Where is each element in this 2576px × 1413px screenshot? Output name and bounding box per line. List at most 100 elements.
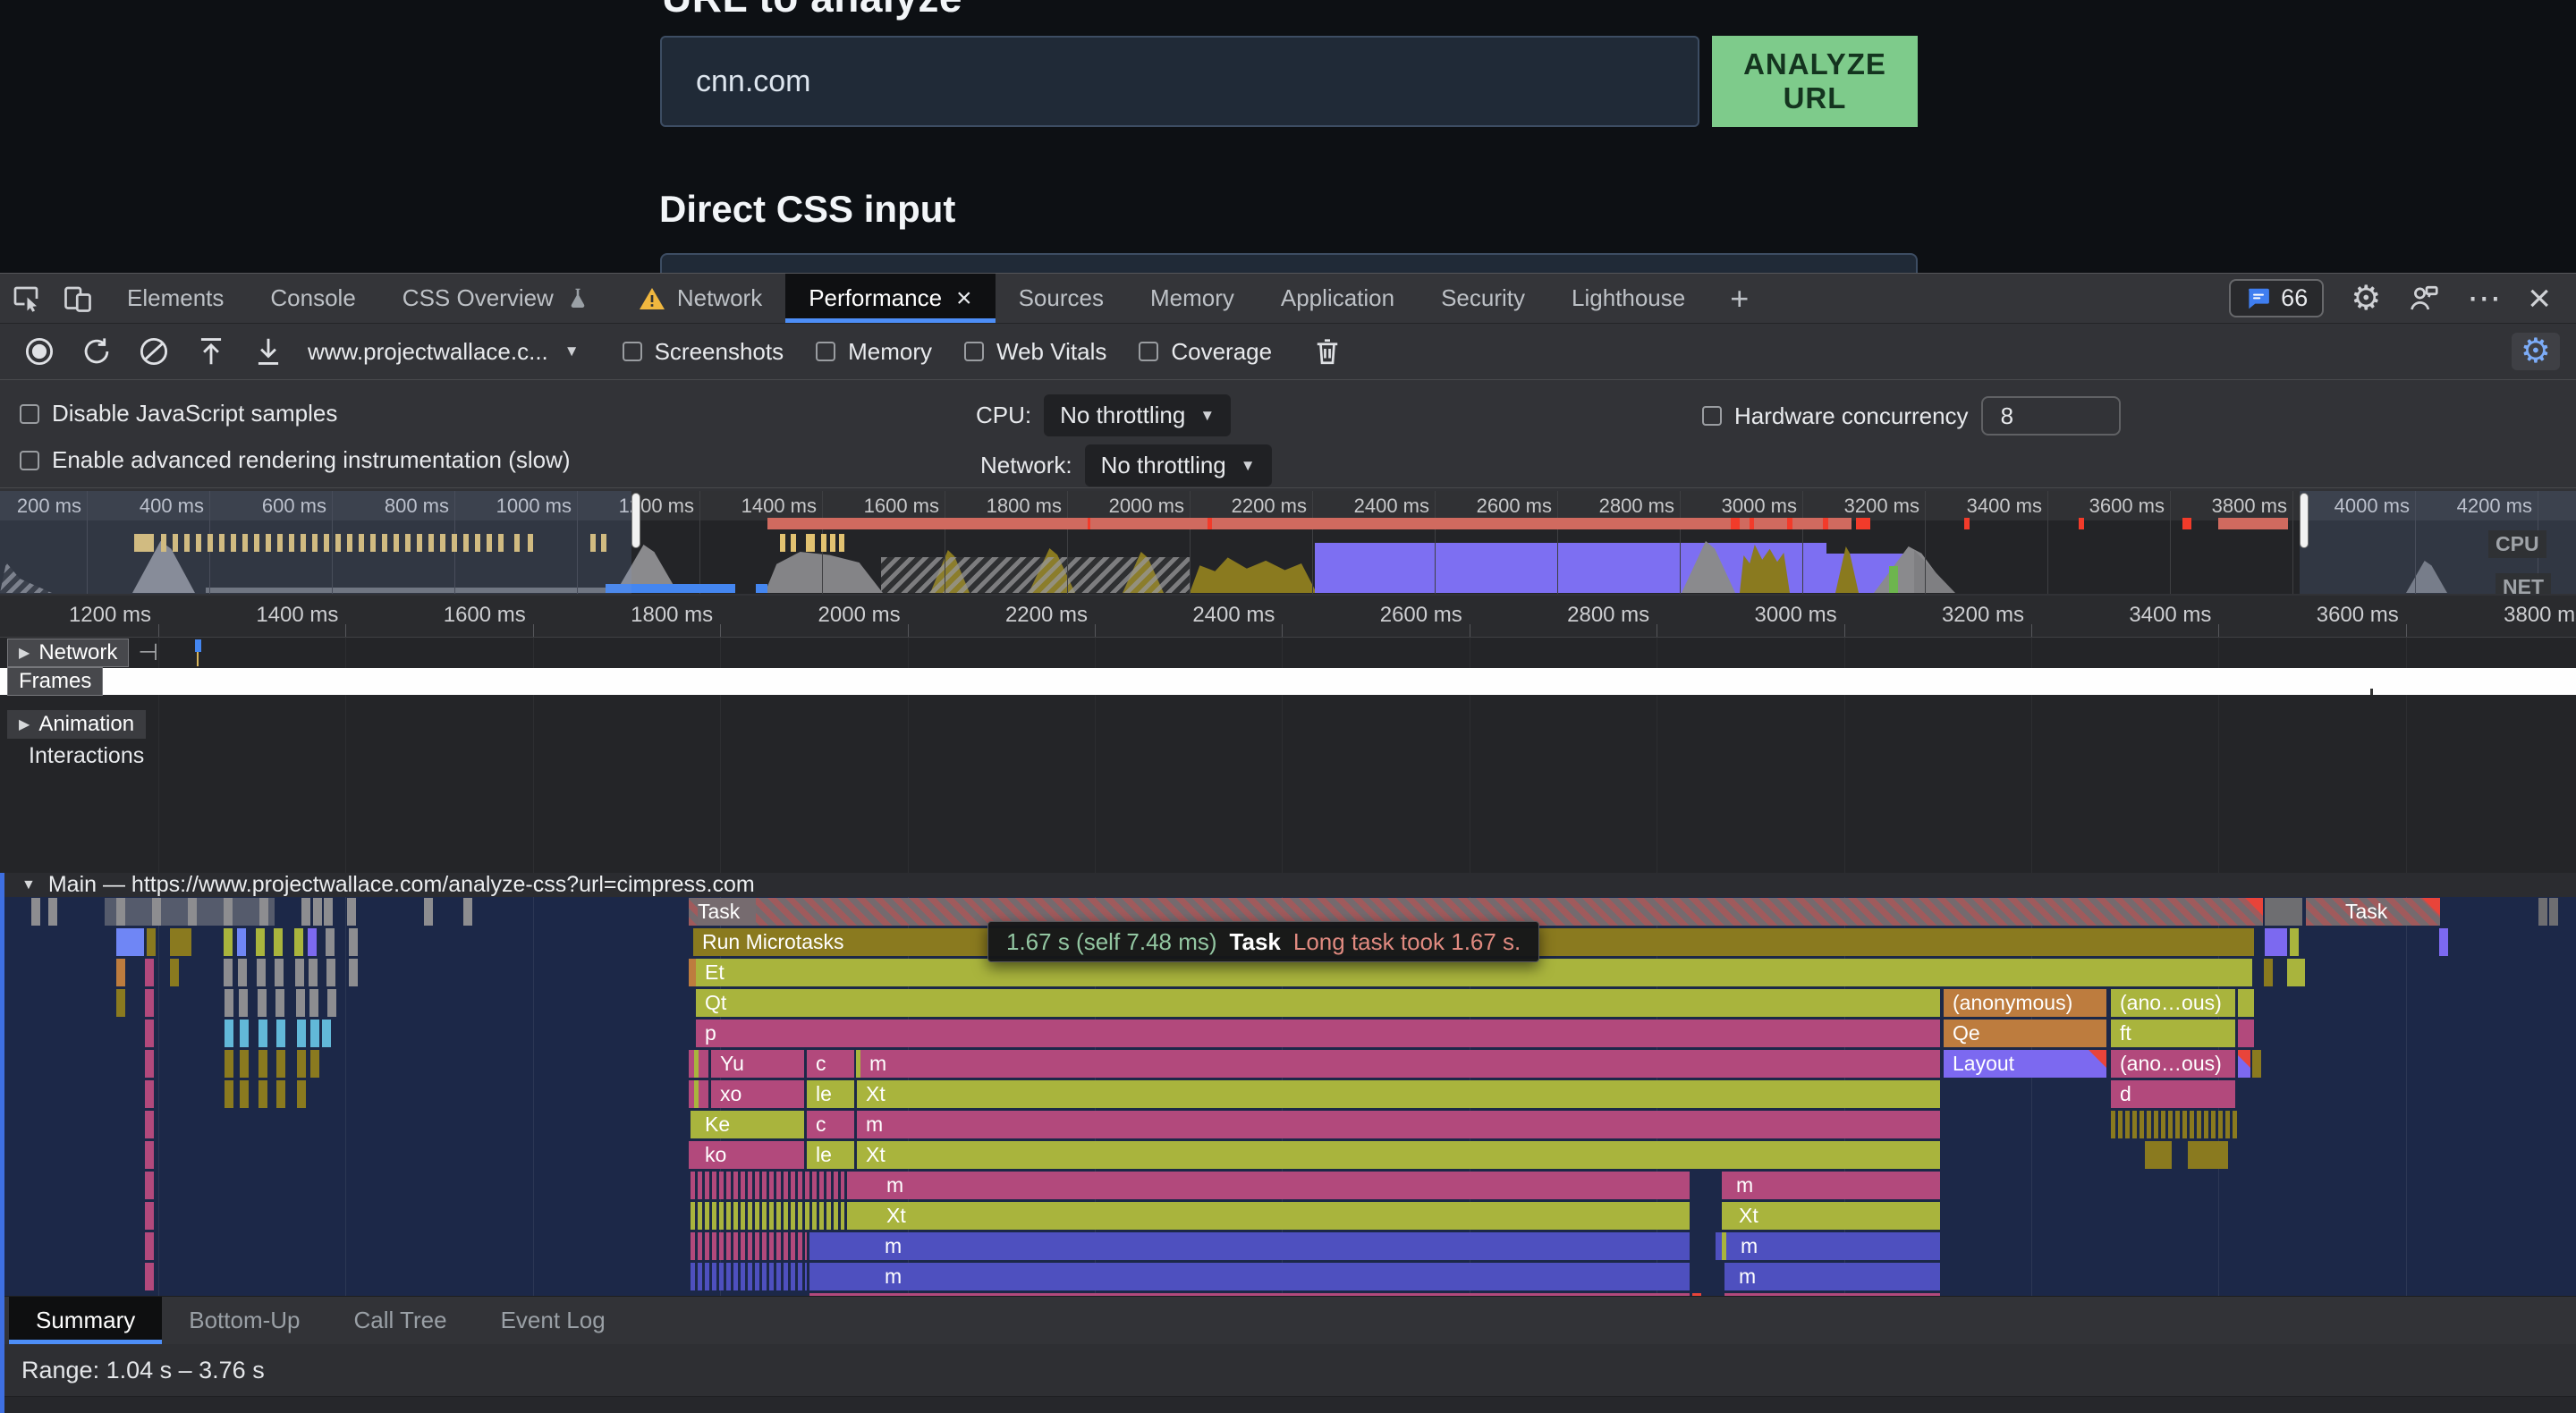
tab-css-overview[interactable]: CSS Overview: [379, 274, 614, 323]
inspect-element-icon[interactable]: [0, 274, 52, 323]
network-throttling-select[interactable]: No throttling ▼: [1085, 444, 1272, 487]
flame-bar--anonymous-[interactable]: (anonymous): [1944, 989, 2106, 1017]
trash-icon[interactable]: [1299, 335, 1356, 368]
checkbox-box[interactable]: [623, 342, 642, 361]
flame-bar-m[interactable]: m: [809, 1263, 1690, 1290]
flame-bar-m[interactable]: m: [847, 1172, 1690, 1199]
timeline-overview[interactable]: 200 ms400 ms600 ms800 ms1000 ms1200 ms14…: [0, 491, 2576, 594]
flame-bar-xt[interactable]: Xt: [847, 1202, 1690, 1230]
url-input[interactable]: cnn.com: [660, 36, 1699, 127]
selection-handle-left[interactable]: [631, 493, 640, 548]
flame-bar-layout[interactable]: Layout: [1944, 1050, 2106, 1078]
checkbox-coverage[interactable]: Coverage: [1139, 338, 1272, 366]
flame-bar-m[interactable]: m: [1722, 1172, 1940, 1199]
frames-track-badge[interactable]: Frames: [7, 667, 103, 696]
flame-bar-m[interactable]: m: [1724, 1263, 1940, 1290]
save-profile-icon[interactable]: [240, 334, 297, 368]
collapse-icon[interactable]: ▼: [21, 877, 36, 893]
hardware-concurrency-input[interactable]: 8: [1981, 396, 2121, 436]
flame-bar-c[interactable]: c: [807, 1111, 854, 1138]
close-tab-icon[interactable]: ×: [956, 283, 972, 314]
advanced-rendering-checkbox[interactable]: [20, 451, 39, 470]
main-timeline-ruler[interactable]: 1200 ms1400 ms1600 ms1800 ms2000 ms2200 …: [0, 596, 2576, 638]
checkbox-box[interactable]: [816, 342, 835, 361]
record-icon[interactable]: [11, 334, 68, 368]
flame-bar-c[interactable]: c: [807, 1050, 854, 1078]
network-track[interactable]: ▶ Network ⊣: [0, 638, 2576, 667]
flame-bar-m[interactable]: m: [857, 1111, 1940, 1138]
flame-bar-xo[interactable]: xo: [711, 1080, 804, 1108]
flame-chart[interactable]: TaskTaskRun MicrotasksEtQt(anonymous)(an…: [0, 897, 2576, 1296]
tab-security[interactable]: Security: [1418, 274, 1548, 323]
details-tab-bottom-up[interactable]: Bottom-Up: [162, 1297, 326, 1344]
flame-bar-et[interactable]: Et: [696, 959, 2252, 986]
flame-bar-qe[interactable]: Qe: [1944, 1020, 2106, 1047]
disable-js-samples-checkbox[interactable]: [20, 404, 39, 424]
flame-bar--ano-ous-[interactable]: (ano…ous): [2111, 1050, 2235, 1078]
checkbox-memory[interactable]: Memory: [816, 338, 932, 366]
flame-bar-ft[interactable]: ft: [2111, 1020, 2235, 1047]
advanced-rendering-group[interactable]: Enable advanced rendering instrumentatio…: [20, 446, 571, 474]
close-devtools-icon[interactable]: ×: [2528, 279, 2551, 318]
animation-track[interactable]: ▶ Animation: [0, 710, 2576, 739]
flame-sliver: [2238, 989, 2254, 1017]
flame-bar-ke[interactable]: Ke: [696, 1111, 804, 1138]
flame-bar-xt[interactable]: Xt: [857, 1080, 1940, 1108]
ruler-tick: [1095, 624, 1096, 637]
ai-assistance-badge[interactable]: 66: [2229, 279, 2324, 317]
tab-sources[interactable]: Sources: [996, 274, 1127, 323]
tab-console[interactable]: Console: [247, 274, 378, 323]
checkbox-web-vitals[interactable]: Web Vitals: [964, 338, 1106, 366]
flame-bar-ko[interactable]: ko: [696, 1141, 804, 1169]
animation-track-badge[interactable]: ▶ Animation: [7, 710, 146, 739]
tab-lighthouse[interactable]: Lighthouse: [1548, 274, 1708, 323]
analyze-url-button[interactable]: ANALYZE URL: [1712, 36, 1918, 127]
disable-js-samples[interactable]: Disable JavaScript samples: [20, 400, 337, 427]
load-profile-icon[interactable]: [182, 334, 240, 368]
checkbox-screenshots[interactable]: Screenshots: [623, 338, 784, 366]
tab-network[interactable]: Network: [614, 274, 785, 323]
main-thread-header[interactable]: ▼ Main — https://www.projectwallace.com/…: [0, 873, 2576, 897]
settings-gear-icon[interactable]: ⚙: [2351, 282, 2381, 316]
tab-memory[interactable]: Memory: [1127, 274, 1258, 323]
flame-bar-le[interactable]: le: [807, 1141, 854, 1169]
tab-application[interactable]: Application: [1258, 274, 1418, 323]
flame-bar-m[interactable]: m: [1726, 1232, 1940, 1260]
checkbox-box[interactable]: [1139, 342, 1158, 361]
flame-bar-task[interactable]: Task: [2306, 898, 2440, 926]
clear-icon[interactable]: [125, 334, 182, 368]
details-tab-event-log[interactable]: Event Log: [474, 1297, 632, 1344]
hardware-concurrency-checkbox[interactable]: [1702, 406, 1722, 426]
more-options-icon[interactable]: ⋯: [2467, 282, 2501, 316]
css-textarea[interactable]: [660, 253, 1918, 273]
expander-icon[interactable]: ▶: [19, 644, 30, 662]
flame-bar--ano-ous-[interactable]: (ano…ous): [2111, 989, 2235, 1017]
tab-performance[interactable]: Performance×: [785, 274, 995, 323]
flame-bar-xt[interactable]: Xt: [857, 1141, 1940, 1169]
selection-handle-right[interactable]: [2300, 493, 2309, 548]
expander-icon[interactable]: ▶: [19, 715, 30, 733]
flame-bar-le[interactable]: le: [807, 1080, 854, 1108]
tab-elements[interactable]: Elements: [104, 274, 247, 323]
more-tabs-button[interactable]: +: [1708, 274, 1770, 323]
checkbox-box[interactable]: [964, 342, 984, 361]
cpu-throttling-select[interactable]: No throttling ▼: [1044, 394, 1231, 436]
device-toolbar-icon[interactable]: [52, 274, 104, 323]
network-request-tick[interactable]: [195, 639, 201, 666]
capture-settings-gear-icon[interactable]: ⚙: [2512, 333, 2560, 370]
reload-record-icon[interactable]: [68, 334, 125, 368]
flame-bar-m[interactable]: m: [809, 1232, 1690, 1260]
flame-bar-qt[interactable]: Qt: [696, 989, 1940, 1017]
details-tab-call-tree[interactable]: Call Tree: [327, 1297, 474, 1344]
interactions-track[interactable]: Interactions: [0, 741, 2576, 770]
feedback-icon[interactable]: [2408, 283, 2440, 315]
flame-bar-p[interactable]: p: [696, 1020, 1940, 1047]
details-tab-summary[interactable]: Summary: [9, 1297, 162, 1344]
profile-history-select[interactable]: www.projectwallace.c... ▼: [308, 338, 580, 366]
flame-bar-xt[interactable]: Xt: [1726, 1202, 1940, 1230]
frames-track[interactable]: Frames: [0, 668, 2576, 695]
flame-bar-m[interactable]: m: [860, 1050, 1940, 1078]
flame-bar-yu[interactable]: Yu: [711, 1050, 804, 1078]
network-track-badge[interactable]: ▶ Network: [7, 639, 129, 667]
flame-bar-d[interactable]: d: [2111, 1080, 2235, 1108]
